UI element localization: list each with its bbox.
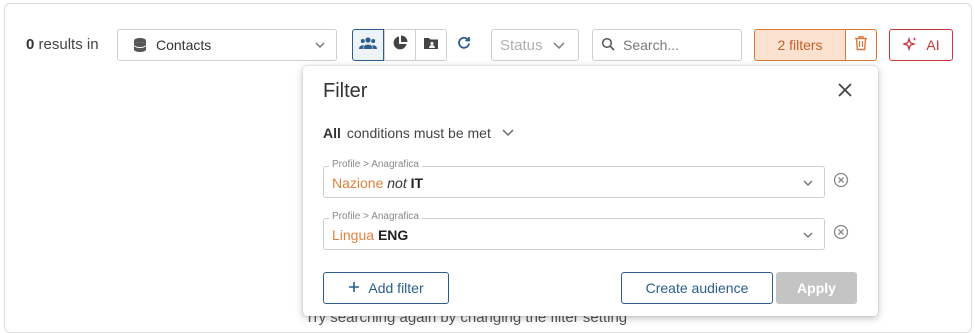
status-select[interactable]: Status [491,29,579,61]
chevron-down-icon [314,39,326,51]
match-suffix: conditions must be met [346,125,491,141]
contacts-view-button[interactable] [352,29,384,61]
chevron-down-icon [802,229,814,241]
match-mode-select[interactable]: All conditions must be met [323,125,515,141]
status-placeholder: Status [500,36,543,54]
search-box[interactable] [592,29,742,61]
filter-rule[interactable]: Profile > Anagrafica Nazione not IT [323,159,825,198]
refresh-button[interactable] [451,29,477,61]
search-input[interactable] [621,36,731,54]
add-filter-button[interactable]: Add filter [323,272,449,304]
close-button[interactable] [835,82,855,102]
search-icon [601,37,615,54]
remove-circle-icon [833,224,849,245]
close-icon [837,82,853,103]
contact-card-icon [423,36,439,55]
refresh-icon [457,36,471,55]
chevron-down-icon [501,128,515,138]
apply-button[interactable]: Apply [776,272,857,304]
rule-expression: Nazione not IT [332,175,423,191]
match-mode: All [323,125,341,141]
card-view-button[interactable] [415,29,447,61]
create-audience-button[interactable]: Create audience [621,272,773,304]
chevron-down-icon [802,177,814,189]
rule-category: Profile > Anagrafica [329,211,422,222]
rule-field: Lingua [332,227,375,243]
add-filter-label: Add filter [368,280,424,296]
filters-button[interactable]: 2 filters [754,29,846,61]
ai-label: AI [926,37,940,53]
remove-rule-button[interactable] [833,172,849,193]
collection-value: Contacts [156,37,212,53]
chart-view-button[interactable] [384,29,416,61]
results-suffix: results in [34,36,99,53]
rule-value: IT [410,175,424,191]
plus-icon [348,280,360,296]
results-count: 0 results in [26,36,99,53]
clear-filters-button[interactable] [845,29,877,61]
collection-select[interactable]: Contacts [117,29,337,61]
remove-rule-button[interactable] [833,224,849,245]
contacts-view-icon [359,36,377,55]
sparkle-icon [902,36,918,55]
rule-operator: not [387,175,407,191]
ai-button[interactable]: AI [889,29,953,61]
rule-expression: Lingua ENG [332,227,408,243]
chevron-down-icon [552,39,566,51]
rule-category: Profile > Anagrafica [329,159,422,170]
filter-rule[interactable]: Profile > Anagrafica Lingua ENG [323,211,825,250]
rule-value: ENG [377,227,409,243]
pie-chart-icon [392,35,408,56]
database-icon [132,37,148,53]
filter-popover: Filter All conditions must be met Profil… [303,66,878,316]
trash-icon [854,35,868,56]
remove-circle-icon [833,172,849,193]
rule-field: Nazione [332,175,384,191]
filter-title: Filter [323,80,368,102]
